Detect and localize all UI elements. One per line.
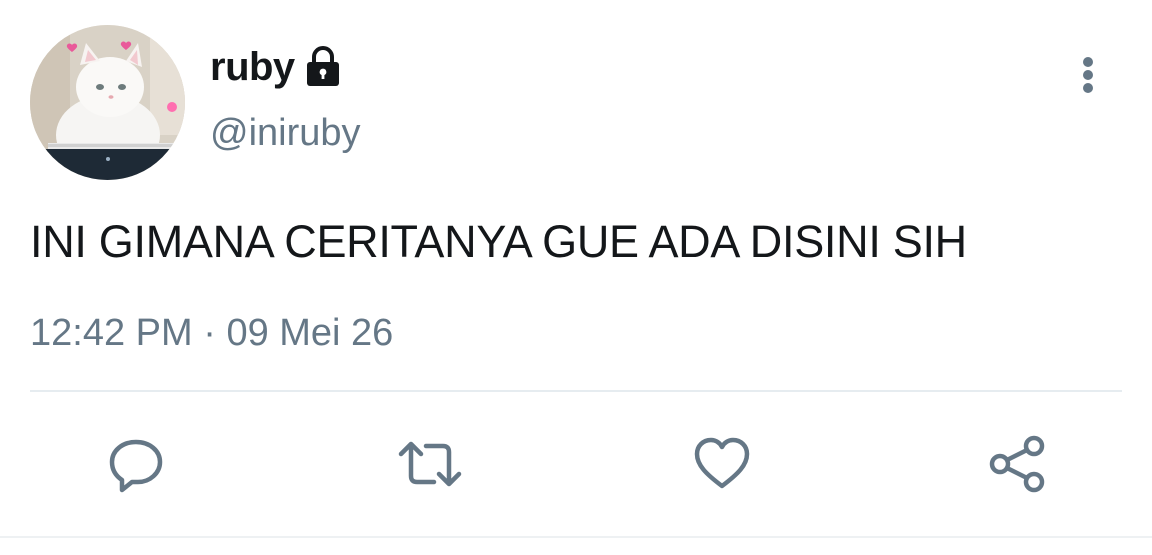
- tweet-text: INI GIMANA CERITANYA GUE ADA DISINI SIH: [30, 216, 967, 267]
- retweet-icon: [398, 441, 462, 487]
- meta-separator: ·: [203, 312, 216, 354]
- vertical-dots-icon: [1083, 57, 1093, 93]
- share-button[interactable]: [986, 432, 1050, 496]
- tweet-meta: 12:42 PM · 09 Mei 26: [30, 308, 393, 358]
- user-handle[interactable]: @iniruby: [210, 108, 361, 158]
- more-options-button[interactable]: [1068, 50, 1108, 100]
- display-name[interactable]: ruby: [210, 42, 295, 92]
- reply-bubble-icon: [109, 439, 163, 493]
- share-icon: [989, 435, 1045, 493]
- bottom-divider: [0, 536, 1152, 538]
- tweet-card: ruby @iniruby INI GIMANA CERITANYA GUE A…: [0, 0, 1152, 555]
- like-button[interactable]: [690, 432, 754, 496]
- display-name-row: ruby: [210, 42, 343, 92]
- tweet-time[interactable]: 12:42 PM: [30, 312, 193, 354]
- tweet-date[interactable]: 09 Mei 26: [226, 312, 393, 354]
- reply-button[interactable]: [104, 432, 168, 496]
- retweet-button[interactable]: [398, 432, 462, 496]
- heart-icon: [694, 437, 750, 489]
- avatar[interactable]: [30, 25, 185, 180]
- avatar-image: [30, 25, 185, 180]
- divider: [30, 390, 1122, 392]
- lock-icon: [303, 46, 343, 88]
